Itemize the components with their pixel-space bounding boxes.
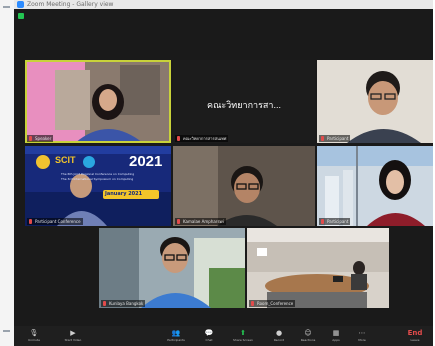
toolbar-label: Reactions xyxy=(300,338,316,342)
participant-video xyxy=(173,146,315,226)
unmute-button[interactable]: 🎙 Unmute xyxy=(22,329,46,343)
participant-name: Kamalae Ampharswi xyxy=(175,218,226,225)
toolbar-label: Record xyxy=(273,338,285,342)
video-tile-conference-room[interactable]: Room_Conference xyxy=(247,228,389,308)
video-tile-kunlaya[interactable]: Kunlaya Bangkok xyxy=(99,228,245,308)
banner-date: January 2021 xyxy=(105,191,143,197)
toolbar-label: Apps xyxy=(332,338,340,342)
meeting-toolbar: 🎙 Unmute ▶ Start Video 👥 Participants 💬 … xyxy=(14,326,433,346)
participant-name: Participant xyxy=(319,218,351,225)
participant-name: Kunlaya Bangkok xyxy=(101,300,146,307)
banner-brand: SCIT xyxy=(55,155,76,165)
participant-display-name: คณะวิทยาการสา... xyxy=(207,100,281,110)
apps-button[interactable]: ▦ Apps xyxy=(326,329,346,343)
participant-name-text: Participant Conference xyxy=(35,219,81,224)
muted-mic-icon xyxy=(177,219,180,224)
title-bar: Zoom Meeting - Gallery view xyxy=(14,0,433,9)
muted-mic-icon xyxy=(321,136,324,141)
video-tile-man-glasses[interactable]: Participant xyxy=(317,60,433,143)
video-tile-conference-banner[interactable]: SCIT 2021 The 6th Joint Regional Confere… xyxy=(25,146,171,226)
muted-mic-icon xyxy=(29,136,32,141)
share-screen-button[interactable]: ⬆ Share Screen xyxy=(228,329,258,343)
participant-name-text: Kunlaya Bangkok xyxy=(109,301,144,306)
participant-name-text: Participant xyxy=(327,219,349,224)
participants-button[interactable]: 👥 Participants xyxy=(162,329,190,343)
video-tile-speaker[interactable]: Speaker xyxy=(25,60,171,143)
video-tile-woman-window[interactable]: Participant xyxy=(317,146,433,226)
banner-line-1: The 6th Joint Regional Conference on Com… xyxy=(61,172,135,176)
toolbar-label: Participants xyxy=(167,338,185,342)
microphone-icon: 🎙 xyxy=(29,329,39,337)
more-icon: ⋯ xyxy=(358,329,366,337)
muted-mic-icon xyxy=(177,136,180,141)
toolbar-label: Chat xyxy=(205,338,213,342)
leave-button[interactable]: End Leave xyxy=(402,329,428,343)
window-title: Zoom Meeting - Gallery view xyxy=(27,1,114,8)
edge-decor xyxy=(3,330,10,332)
record-button[interactable]: ● Record xyxy=(268,329,290,343)
chat-icon: 💬 xyxy=(204,329,214,337)
participant-name-text: Participant xyxy=(327,136,349,141)
zoom-app-icon xyxy=(17,1,24,8)
participant-name: คณะวิทยาการสารสนเทศ xyxy=(175,135,229,142)
participant-video xyxy=(317,146,433,226)
chat-button[interactable]: 💬 Chat xyxy=(198,329,220,343)
edge-decor xyxy=(3,6,10,8)
participant-name: Participant xyxy=(319,135,351,142)
participant-name: Speaker xyxy=(27,135,54,142)
participant-name-text: Kamalae Ampharswi xyxy=(183,219,224,224)
leave-icon: End xyxy=(407,329,423,337)
participant-name-text: Speaker xyxy=(35,136,52,141)
participant-name-text: คณะวิทยาการสารสนเทศ xyxy=(183,136,227,141)
record-icon: ● xyxy=(275,329,283,337)
reactions-button[interactable]: ☺ Reactions xyxy=(296,329,320,343)
muted-mic-icon xyxy=(321,219,324,224)
toolbar-label: More xyxy=(358,338,366,342)
left-window-edge xyxy=(0,0,15,346)
participant-name-text: Room_Conference xyxy=(257,301,294,306)
muted-mic-icon xyxy=(251,301,254,306)
participant-name: Room_Conference xyxy=(249,300,296,307)
participant-video xyxy=(317,60,433,143)
banner-year: 2021 xyxy=(129,153,163,170)
speaker-video xyxy=(25,60,171,143)
toolbar-label: Unmute xyxy=(28,338,40,342)
participant-video xyxy=(99,228,245,308)
video-tile-kamalae[interactable]: Kamalae Ampharswi xyxy=(173,146,315,226)
camera-icon: ▶ xyxy=(70,329,76,337)
banner-line-2: The 3rd International Symposium on Compu… xyxy=(61,177,134,181)
more-button[interactable]: ⋯ More xyxy=(352,329,372,343)
participant-video xyxy=(247,228,389,308)
participant-name: Participant Conference xyxy=(27,218,83,225)
apps-icon: ▦ xyxy=(332,329,340,337)
security-shield-icon[interactable] xyxy=(18,13,24,19)
zoom-window: Zoom Meeting - Gallery view Speaker คณะว… xyxy=(14,0,433,346)
participants-icon: 👥 xyxy=(171,329,181,337)
muted-mic-icon xyxy=(29,219,32,224)
toolbar-label: Share Screen xyxy=(233,338,253,342)
muted-mic-icon xyxy=(103,301,106,306)
video-tile-black[interactable]: คณะวิทยาการสา... คณะวิทยาการสารสนเทศ xyxy=(173,60,315,143)
share-screen-icon: ⬆ xyxy=(240,329,246,337)
toolbar-label: Leave xyxy=(410,338,420,342)
start-video-button[interactable]: ▶ Start Video xyxy=(60,329,86,343)
toolbar-label: Start Video xyxy=(64,338,82,342)
reactions-icon: ☺ xyxy=(304,329,312,337)
